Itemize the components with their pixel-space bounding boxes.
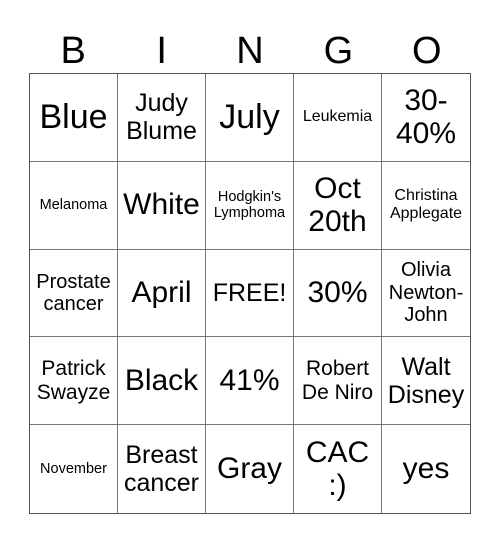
bingo-cell[interactable]: July bbox=[206, 74, 294, 162]
bingo-cell[interactable]: yes bbox=[382, 425, 470, 513]
bingo-cell[interactable]: Blue bbox=[30, 74, 118, 162]
bingo-cell[interactable]: Olivia Newton-John bbox=[382, 250, 470, 338]
bingo-cell[interactable]: 41% bbox=[206, 337, 294, 426]
bingo-cell[interactable]: Christina Applegate bbox=[382, 162, 470, 250]
bingo-card: Blue Judy Blume July Leukemia 30-40% Mel… bbox=[29, 73, 471, 514]
bingo-cell-free[interactable]: FREE! bbox=[206, 249, 294, 338]
header-letter-i: I bbox=[156, 30, 167, 72]
bingo-cell[interactable]: Judy Blume bbox=[118, 74, 206, 162]
bingo-cell[interactable]: Breast cancer bbox=[118, 425, 206, 513]
bingo-cell[interactable]: Patrick Swayze bbox=[30, 337, 118, 426]
bingo-cell[interactable]: Black bbox=[118, 337, 206, 426]
bingo-header: B I N G O bbox=[29, 28, 471, 74]
bingo-cell[interactable]: Oct 20th bbox=[294, 161, 382, 250]
bingo-cell[interactable]: Melanoma bbox=[30, 161, 118, 250]
bingo-cell[interactable]: Walt Disney bbox=[382, 337, 470, 426]
bingo-cell[interactable]: CAC :) bbox=[294, 425, 382, 513]
bingo-cell[interactable]: Gray bbox=[206, 425, 294, 513]
bingo-cell[interactable]: 30-40% bbox=[382, 74, 470, 162]
header-letter-b: B bbox=[60, 30, 86, 72]
bingo-cell[interactable]: Leukemia bbox=[294, 74, 382, 162]
header-letter-n: N bbox=[236, 30, 264, 72]
bingo-cell[interactable]: Hodgkin's Lymphoma bbox=[206, 161, 294, 250]
header-letter-o: O bbox=[412, 30, 442, 72]
bingo-cell[interactable]: November bbox=[30, 425, 118, 513]
bingo-cell[interactable]: White bbox=[118, 161, 206, 250]
header-letter-g: G bbox=[323, 30, 354, 72]
bingo-cell[interactable]: 30% bbox=[294, 249, 382, 338]
bingo-cell[interactable]: Prostate cancer bbox=[30, 249, 118, 338]
bingo-cell[interactable]: Robert De Niro bbox=[294, 337, 382, 426]
bingo-cell[interactable]: April bbox=[118, 249, 206, 338]
